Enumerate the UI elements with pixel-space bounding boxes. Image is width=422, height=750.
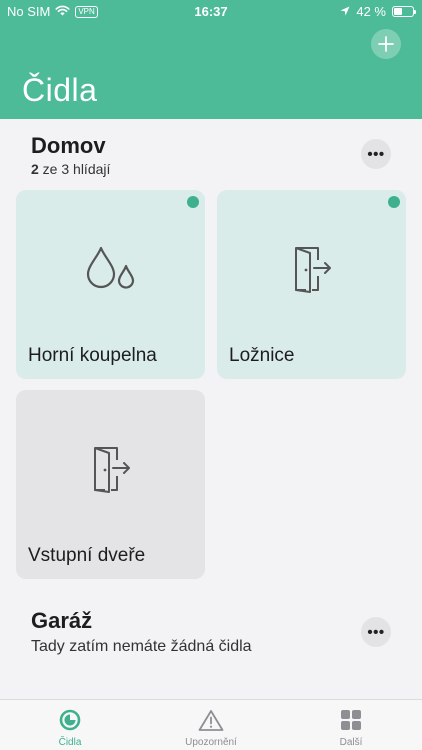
- battery-fill: [394, 8, 402, 15]
- tab-alerts[interactable]: Upozornění: [141, 700, 281, 750]
- tab-label: Další: [339, 737, 363, 748]
- grid-icon: [340, 709, 362, 731]
- status-right: 42 %: [340, 4, 416, 19]
- section-title-garaz: Garáž: [31, 608, 93, 633]
- tab-label: Upozornění: [185, 737, 237, 748]
- door-exit-icon: [217, 244, 406, 294]
- section-subtitle-garaz: Tady zatím nemáte žádná čidla: [31, 638, 252, 655]
- water-drops-icon: [16, 244, 205, 290]
- warning-icon: [198, 709, 224, 731]
- status-bar: No SIM VPN 16:37 42 %: [0, 0, 422, 22]
- sensor-card-label: Vstupní dveře: [28, 545, 146, 566]
- tab-bar: Čidla Upozornění Další: [0, 699, 422, 750]
- sensor-icon: [59, 709, 81, 731]
- location-arrow-icon: [340, 4, 350, 19]
- add-sensor-button[interactable]: [371, 29, 401, 59]
- sensor-card-vstupni-dvere[interactable]: Vstupní dveře: [16, 390, 205, 579]
- plus-icon: [378, 36, 394, 52]
- sensor-card-label: Horní koupelna: [28, 345, 157, 366]
- more-button-garaz[interactable]: •••: [361, 617, 391, 647]
- sensor-card-label: Ložnice: [229, 345, 295, 366]
- active-status-dot: [187, 196, 199, 208]
- tab-label: Čidla: [58, 737, 82, 748]
- section-subtitle-domov: 2 ze 3 hlídají: [31, 161, 110, 177]
- more-button-domov[interactable]: •••: [361, 139, 391, 169]
- active-status-dot: [388, 196, 400, 208]
- tab-more[interactable]: Další: [281, 700, 421, 750]
- sensor-card-horni-koupelna[interactable]: Horní koupelna: [16, 190, 205, 379]
- page-title: Čidla: [22, 72, 98, 108]
- tab-sensors[interactable]: Čidla: [0, 700, 140, 750]
- header: No SIM VPN 16:37 42 % Čidla: [0, 0, 422, 119]
- section-title-domov: Domov: [31, 133, 106, 158]
- sensor-card-loznice[interactable]: Ložnice: [217, 190, 406, 379]
- door-exit-icon: [16, 444, 205, 494]
- battery-percent: 42 %: [356, 4, 386, 19]
- guarding-text: ze 3 hlídají: [38, 161, 111, 177]
- battery-icon: [392, 6, 416, 17]
- guarding-count: 2: [31, 161, 39, 177]
